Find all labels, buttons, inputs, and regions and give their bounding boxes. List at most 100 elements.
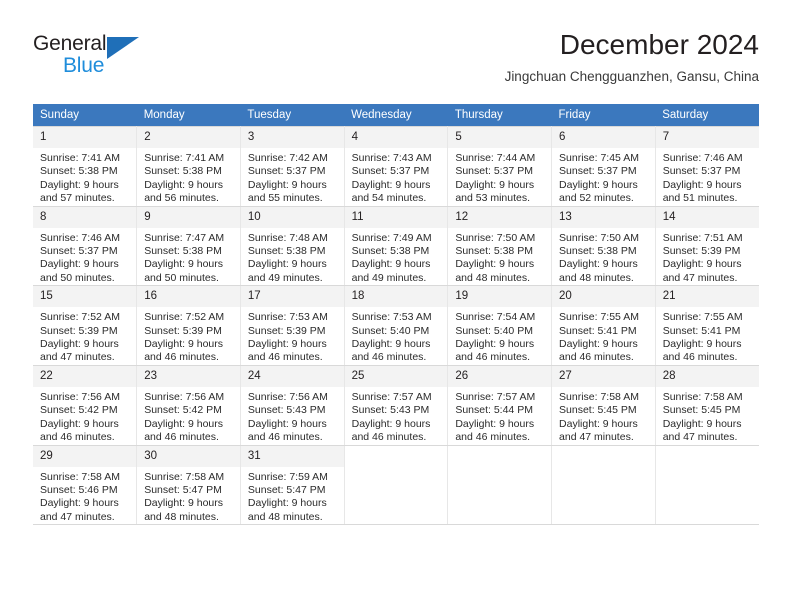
calendar-day-cell[interactable]: 31 Sunrise: 7:59 AM Sunset: 5:47 PM Dayligh… xyxy=(240,444,345,526)
calendar-day-cell[interactable]: 12 Sunrise: 7:50 AM Sunset: 5:38 PM Dayligh… xyxy=(447,205,553,287)
sunrise-text: Sunrise: 7:55 AM xyxy=(662,311,743,324)
day-number xyxy=(448,445,552,467)
calendar-day-cell[interactable]: 4 Sunrise: 7:43 AM Sunset: 5:37 PM Daylight… xyxy=(344,126,449,207)
sunrise-text: Sunrise: 7:46 AM xyxy=(40,231,120,244)
calendar-day-cell[interactable]: 3 Sunrise: 7:42 AM Sunset: 5:37 PM Daylight… xyxy=(240,126,345,207)
calendar-day-cell[interactable]: 24 Sunrise: 7:56 AM Sunset: 5:43 PM Dayligh… xyxy=(240,364,345,446)
sunset-text: Sunset: 5:37 PM xyxy=(40,245,118,258)
day-number: 8 xyxy=(33,206,137,228)
day-number: 4 xyxy=(344,127,448,148)
calendar-day-cell[interactable]: 11 Sunrise: 7:49 AM Sunset: 5:38 PM Dayligh… xyxy=(344,205,449,287)
calendar-day-cell[interactable]: 20 Sunrise: 7:55 AM Sunset: 5:41 PM Dayligh… xyxy=(551,285,656,366)
day-info: Sunrise: 7:55 AM Sunset: 5:41 PM Daylight:… xyxy=(656,307,759,365)
day-info: Sunrise: 7:59 AM Sunset: 5:47 PM Daylight:… xyxy=(241,467,344,525)
calendar-day-cell[interactable]: 25 Sunrise: 7:57 AM Sunset: 5:43 PM Dayligh… xyxy=(344,364,449,446)
calendar-day-cell[interactable]: 30 Sunrise: 7:58 AM Sunset: 5:47 PM Dayligh… xyxy=(136,444,241,526)
sunset-text: Sunset: 5:39 PM xyxy=(144,324,222,337)
brand-logo[interactable]: General Blue xyxy=(33,32,213,84)
calendar-day-cell[interactable]: 29 Sunrise: 7:58 AM Sunset: 5:46 PM Dayligh… xyxy=(33,444,138,526)
daylight-text-line2: and 46 minutes. xyxy=(247,351,323,364)
day-info: Sunrise: 7:47 AM Sunset: 5:38 PM Daylight:… xyxy=(137,228,240,286)
sunset-text: Sunset: 5:46 PM xyxy=(40,483,118,496)
page-subtitle: Jingchuan Chengguanzhen, Gansu, China xyxy=(504,69,759,84)
sunrise-text: Sunrise: 7:52 AM xyxy=(40,311,120,324)
day-info: Sunrise: 7:52 AM Sunset: 5:39 PM Daylight:… xyxy=(33,307,136,365)
daylight-text-line1: Daylight: 9 hours xyxy=(247,258,327,271)
day-info: Sunrise: 7:41 AM Sunset: 5:38 PM Daylight:… xyxy=(33,148,136,206)
weekday-header-monday: Monday xyxy=(136,104,241,127)
sunset-text: Sunset: 5:38 PM xyxy=(351,245,430,258)
sunrise-text: Sunrise: 7:48 AM xyxy=(247,231,328,244)
calendar-day-cell[interactable]: 2 Sunrise: 7:41 AM Sunset: 5:38 PM Daylight… xyxy=(136,126,241,207)
calendar-day-cell[interactable]: 28 Sunrise: 7:58 AM Sunset: 5:45 PM Dayligh… xyxy=(655,364,759,446)
calendar-week-row: 29 Sunrise: 7:58 AM Sunset: 5:46 PM Dayligh… xyxy=(33,444,759,526)
daylight-text-line2: and 47 minutes. xyxy=(559,431,634,444)
sunset-text: Sunset: 5:41 PM xyxy=(559,324,637,337)
daylight-text-line2: and 49 minutes. xyxy=(247,271,323,284)
day-info: Sunrise: 7:42 AM Sunset: 5:37 PM Daylight:… xyxy=(241,148,344,206)
calendar-day-cell[interactable]: 9 Sunrise: 7:47 AM Sunset: 5:38 PM Daylight… xyxy=(136,205,241,287)
daylight-text-line1: Daylight: 9 hours xyxy=(144,417,223,430)
daylight-text-line2: and 49 minutes. xyxy=(351,271,427,284)
sunrise-text: Sunrise: 7:58 AM xyxy=(144,470,225,483)
daylight-text-line1: Daylight: 9 hours xyxy=(351,178,431,191)
daylight-text-line2: and 57 minutes. xyxy=(40,192,115,205)
day-info: Sunrise: 7:53 AM Sunset: 5:39 PM Daylight:… xyxy=(241,307,344,365)
daylight-text-line1: Daylight: 9 hours xyxy=(40,178,119,191)
sunset-text: Sunset: 5:39 PM xyxy=(662,245,741,258)
calendar-day-cell-empty xyxy=(344,444,449,526)
sunset-text: Sunset: 5:38 PM xyxy=(144,165,222,178)
day-number: 15 xyxy=(33,286,137,308)
sunrise-text: Sunrise: 7:56 AM xyxy=(40,390,120,403)
daylight-text-line2: and 50 minutes. xyxy=(144,271,219,284)
calendar-day-cell[interactable]: 5 Sunrise: 7:44 AM Sunset: 5:37 PM Daylight… xyxy=(447,126,553,207)
sunset-text: Sunset: 5:38 PM xyxy=(559,245,637,258)
day-number: 5 xyxy=(448,127,552,148)
calendar-day-cell[interactable]: 19 Sunrise: 7:54 AM Sunset: 5:40 PM Dayligh… xyxy=(447,285,553,366)
day-number: 13 xyxy=(552,206,655,228)
day-number: 27 xyxy=(552,365,655,387)
calendar-day-cell[interactable]: 13 Sunrise: 7:50 AM Sunset: 5:38 PM Dayligh… xyxy=(551,205,656,287)
daylight-text-line2: and 48 minutes. xyxy=(559,271,634,284)
sunset-text: Sunset: 5:40 PM xyxy=(351,324,430,337)
day-number: 3 xyxy=(240,127,344,148)
daylight-text-line2: and 48 minutes. xyxy=(455,271,531,284)
weekday-header-friday: Friday xyxy=(551,104,656,127)
calendar-day-cell[interactable]: 26 Sunrise: 7:57 AM Sunset: 5:44 PM Dayligh… xyxy=(447,364,553,446)
calendar-day-cell[interactable]: 10 Sunrise: 7:48 AM Sunset: 5:38 PM Dayligh… xyxy=(240,205,345,287)
daylight-text-line2: and 46 minutes. xyxy=(247,431,323,444)
sunset-text: Sunset: 5:39 PM xyxy=(40,324,118,337)
calendar-week-row: 15 Sunrise: 7:52 AM Sunset: 5:39 PM Dayligh… xyxy=(33,285,759,366)
weekday-header-thursday: Thursday xyxy=(447,104,552,127)
calendar-day-cell[interactable]: 7 Sunrise: 7:46 AM Sunset: 5:37 PM Daylight… xyxy=(655,126,759,207)
daylight-text-line2: and 48 minutes. xyxy=(144,510,219,523)
daylight-text-line1: Daylight: 9 hours xyxy=(351,417,431,430)
daylight-text-line1: Daylight: 9 hours xyxy=(455,178,535,191)
calendar-day-cell[interactable]: 1 Sunrise: 7:41 AM Sunset: 5:38 PM Daylight… xyxy=(33,126,138,207)
day-info: Sunrise: 7:49 AM Sunset: 5:38 PM Daylight:… xyxy=(345,228,448,286)
calendar-day-cell[interactable]: 23 Sunrise: 7:56 AM Sunset: 5:42 PM Dayligh… xyxy=(136,364,241,446)
calendar-day-cell[interactable]: 21 Sunrise: 7:55 AM Sunset: 5:41 PM Dayligh… xyxy=(655,285,759,366)
calendar-day-cell[interactable]: 16 Sunrise: 7:52 AM Sunset: 5:39 PM Dayligh… xyxy=(136,285,241,366)
calendar-day-cell[interactable]: 17 Sunrise: 7:53 AM Sunset: 5:39 PM Dayligh… xyxy=(240,285,345,366)
calendar-day-cell[interactable]: 27 Sunrise: 7:58 AM Sunset: 5:45 PM Dayligh… xyxy=(551,364,656,446)
calendar-day-cell[interactable]: 6 Sunrise: 7:45 AM Sunset: 5:37 PM Daylight… xyxy=(551,126,656,207)
sunset-text: Sunset: 5:37 PM xyxy=(662,165,741,178)
page-header: General Blue December 2024 Jingchuan Che… xyxy=(0,0,792,100)
calendar-day-cell[interactable]: 8 Sunrise: 7:46 AM Sunset: 5:37 PM Daylight… xyxy=(33,205,138,287)
sunrise-text: Sunrise: 7:50 AM xyxy=(455,231,536,244)
day-number: 6 xyxy=(552,127,655,148)
sunset-text: Sunset: 5:38 PM xyxy=(40,165,118,178)
brand-name-general: General xyxy=(33,32,107,55)
calendar-day-cell[interactable]: 22 Sunrise: 7:56 AM Sunset: 5:42 PM Dayligh… xyxy=(33,364,138,446)
calendar-week-row: 8 Sunrise: 7:46 AM Sunset: 5:37 PM Daylight… xyxy=(33,205,759,287)
calendar-day-cell[interactable]: 14 Sunrise: 7:51 AM Sunset: 5:39 PM Dayligh… xyxy=(655,205,759,287)
daylight-text-line1: Daylight: 9 hours xyxy=(559,258,638,271)
calendar-day-cell[interactable]: 18 Sunrise: 7:53 AM Sunset: 5:40 PM Dayligh… xyxy=(344,285,449,366)
calendar-day-cell[interactable]: 15 Sunrise: 7:52 AM Sunset: 5:39 PM Dayligh… xyxy=(33,285,138,366)
sunrise-text: Sunrise: 7:56 AM xyxy=(247,390,328,403)
day-number: 2 xyxy=(137,127,240,148)
calendar-page: General Blue December 2024 Jingchuan Che… xyxy=(0,0,792,612)
day-number: 11 xyxy=(344,206,448,228)
daylight-text-line2: and 53 minutes. xyxy=(455,192,531,205)
